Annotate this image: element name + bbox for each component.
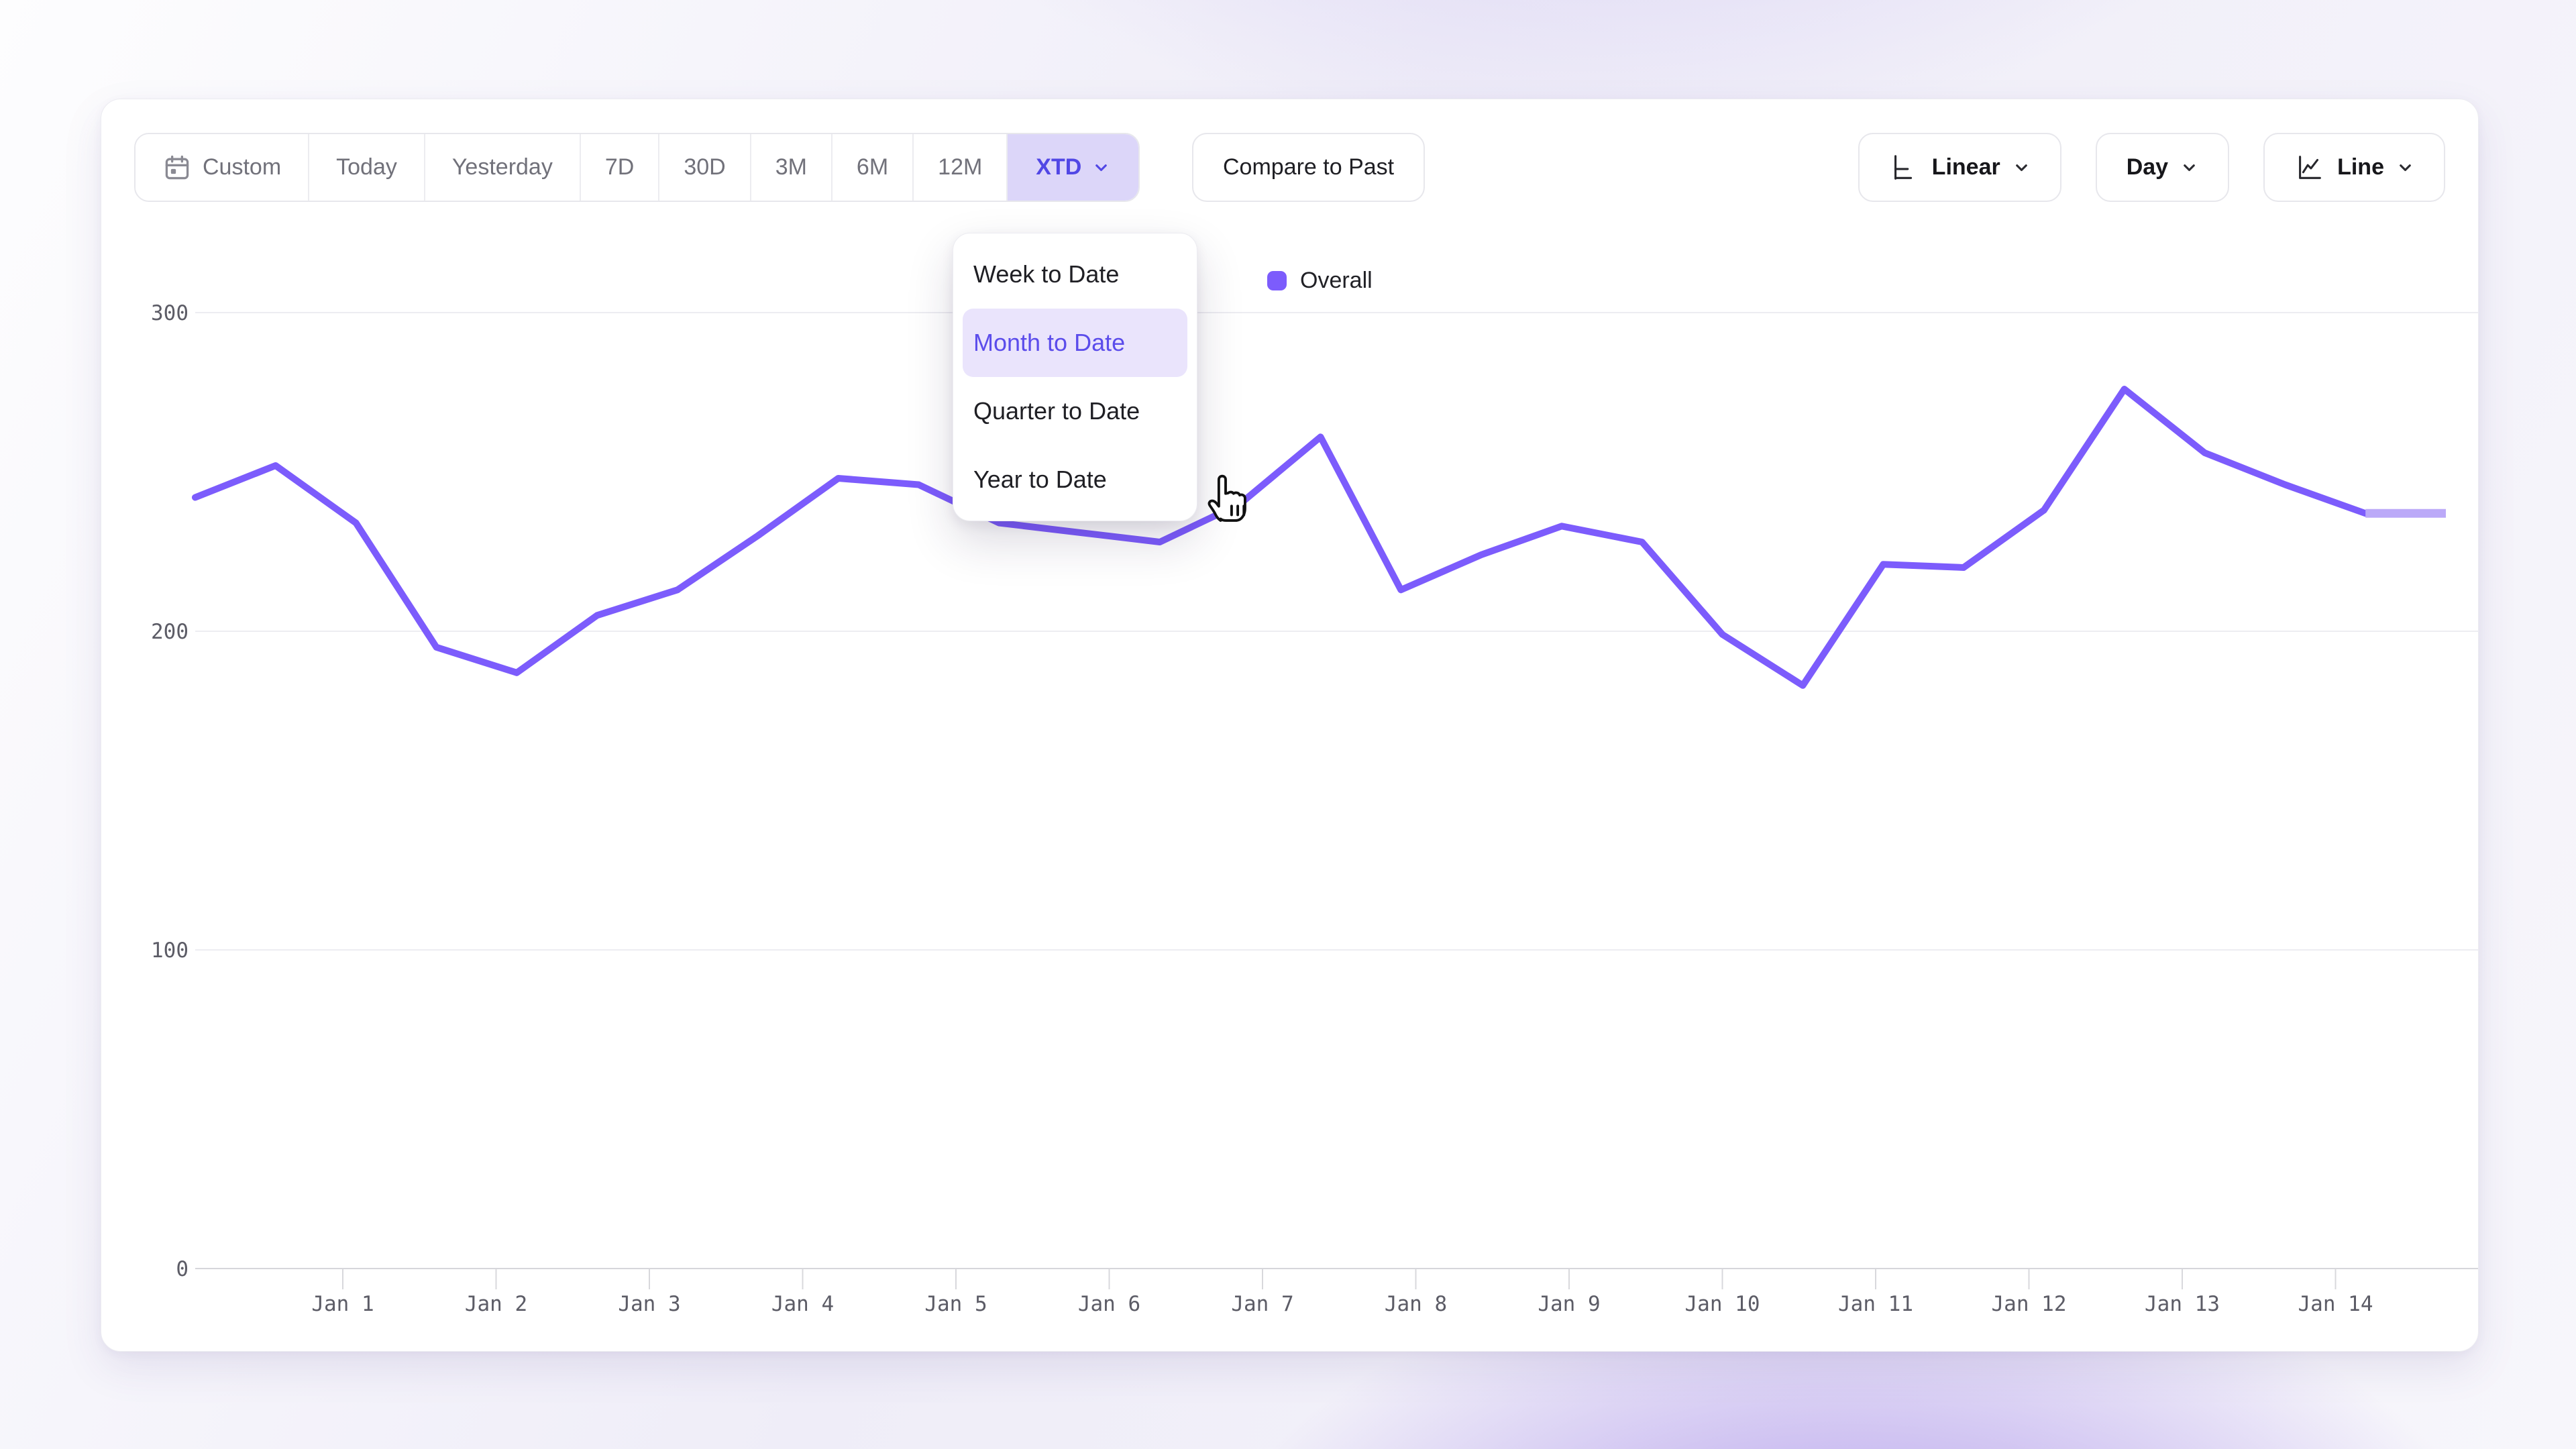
x-tick-label: Jan 9 (1538, 1292, 1600, 1316)
x-tick-label: Jan 7 (1231, 1292, 1293, 1316)
x-tick-label: Jan 2 (465, 1292, 527, 1316)
x-tick-label: Jan 13 (2145, 1292, 2220, 1316)
series-line-overall (195, 389, 2365, 686)
menu-item-year-to-date[interactable]: Year to Date (953, 445, 1197, 514)
chart-legend: Overall (1267, 268, 1373, 294)
x-tick-label: Jan 5 (924, 1292, 987, 1316)
x-tick-label: Jan 4 (771, 1292, 834, 1316)
x-tick-label: Jan 6 (1078, 1292, 1140, 1316)
y-tick-label: 200 (151, 620, 189, 644)
legend-label: Overall (1300, 268, 1373, 294)
legend-swatch-overall (1267, 271, 1287, 290)
date-range-dropdown-menu: Week to Date Month to Date Quarter to Da… (953, 233, 1197, 521)
x-tick-label: Jan 14 (2298, 1292, 2373, 1316)
x-tick-label: Jan 12 (1992, 1292, 2067, 1316)
y-tick-label: 100 (151, 938, 189, 963)
x-tick-label: Jan 11 (1838, 1292, 1913, 1316)
x-tick-label: Jan 1 (311, 1292, 374, 1316)
x-tick-label: Jan 3 (618, 1292, 680, 1316)
x-tick-label: Jan 8 (1385, 1292, 1447, 1316)
menu-item-quarter-to-date[interactable]: Quarter to Date (953, 377, 1197, 445)
x-tick-label: Jan 10 (1685, 1292, 1760, 1316)
menu-item-week-to-date[interactable]: Week to Date (953, 240, 1197, 309)
menu-item-month-to-date[interactable]: Month to Date (963, 309, 1187, 377)
y-tick-label: 0 (176, 1257, 189, 1281)
analytics-card: 0 100 200 300 Jan 1 Jan 2 Jan 3 Jan 4 Jan 5 Jan 6… (101, 99, 2479, 1352)
page-background: { "toolbar": { "ranges": ["Custom", "Tod… (0, 0, 2576, 1449)
y-tick-label: 300 (151, 301, 189, 325)
